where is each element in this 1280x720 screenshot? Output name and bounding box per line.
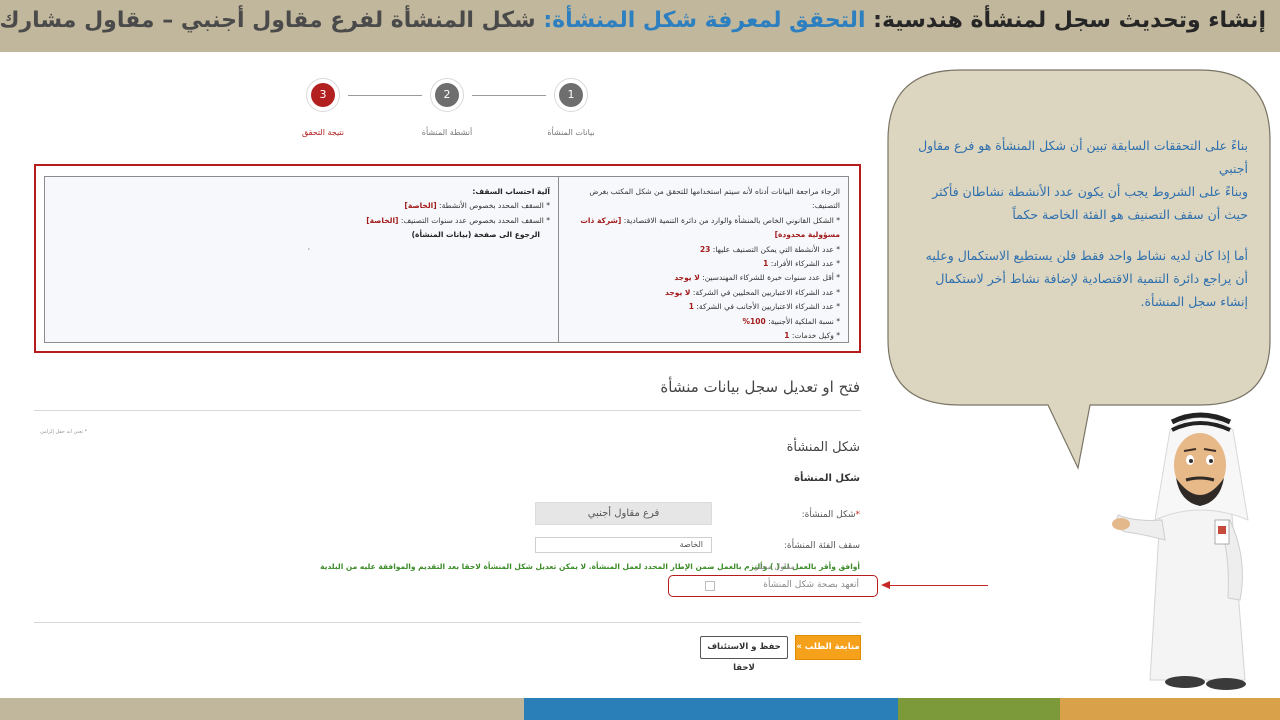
assistant-message: بناءً على التحققات السابقة تبين أن شكل ا…	[912, 134, 1248, 313]
footer-segment-blue	[524, 698, 898, 720]
bubble-line-2: وبناءً على الشروط يجب أن يكون عدد الأنشط…	[932, 184, 1248, 222]
bubble-line-3: أما إذا كان لديه نشاط واحد فقط فلن يستطي…	[925, 248, 1248, 309]
footer-segment-green	[898, 698, 1060, 720]
assistant-illustration	[887, 69, 1271, 690]
bubble-line-1: بناءً على التحققات السابقة تبين أن شكل ا…	[918, 138, 1248, 176]
character-figure	[1112, 412, 1249, 690]
footer-segment-tan	[0, 698, 524, 720]
footer-segment-orange	[1060, 698, 1280, 720]
